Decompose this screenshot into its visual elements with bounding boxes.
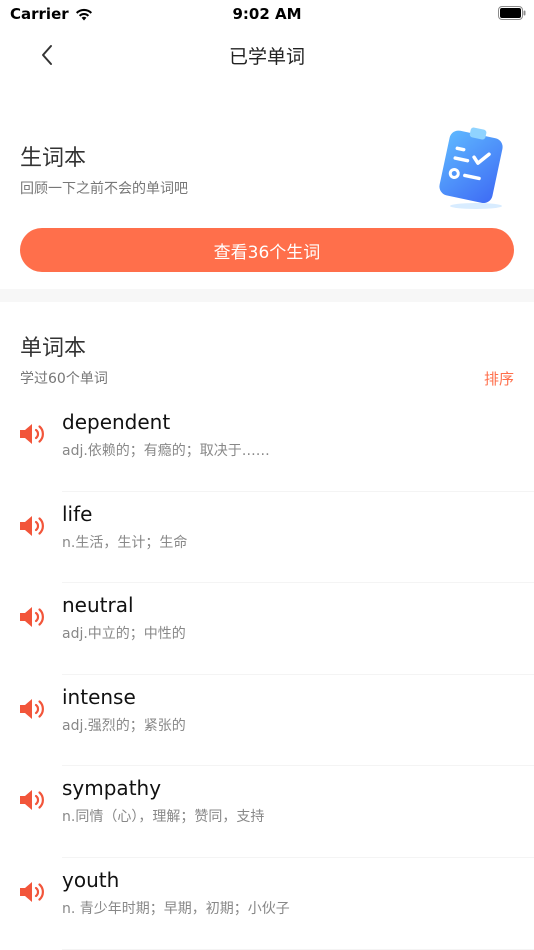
wordbook-title: 单词本 [20, 336, 87, 361]
navigation-bar: 已学单词 [0, 28, 534, 82]
word-text: intense [62, 684, 136, 709]
speaker-icon[interactable] [18, 422, 46, 446]
clipboard-checklist-icon [439, 127, 503, 209]
sort-button[interactable]: 排序 [484, 368, 514, 389]
word-meaning: n.同情（心），理解；赞同，支持 [62, 809, 265, 826]
word-meaning: n. 青少年时期；早期，初期；小伙子 [62, 900, 290, 917]
page-title: 已学单词 [228, 46, 305, 68]
word-row[interactable]: life n.生活，生计；生命 [0, 492, 534, 584]
battery-icon [498, 6, 526, 20]
word-row[interactable]: dependent adj.依赖的；有瘾的；取决于…… [0, 400, 534, 492]
word-text: neutral [62, 593, 134, 618]
word-text: dependent [62, 410, 171, 434]
speaker-icon[interactable] [18, 514, 46, 538]
word-row[interactable]: neutral adj.中立的；中性的 [0, 583, 534, 675]
vocab-book-card: 生词本 回顾一下之前不会的单词吧 查看36个生词 [0, 110, 534, 290]
section-divider [0, 289, 534, 302]
word-meaning: adj.强烈的；紧张的 [62, 717, 186, 734]
word-text: sympathy [62, 776, 162, 801]
status-time: 9:02 AM [232, 5, 302, 23]
word-row[interactable]: intense adj.强烈的；紧张的 [0, 675, 534, 767]
vocab-book-subtitle: 回顾一下之前不会的单词吧 [20, 181, 188, 197]
word-row[interactable]: sympathy n.同情（心），理解；赞同，支持 [0, 766, 534, 858]
status-bar: Carrier 9:02 AM [0, 0, 534, 28]
word-text: life [62, 501, 93, 526]
word-text: youth [62, 867, 120, 892]
word-meaning: n.生活，生计；生命 [62, 534, 188, 551]
speaker-icon[interactable] [18, 697, 46, 721]
speaker-icon[interactable] [18, 880, 46, 904]
word-meaning: adj.依赖的；有瘾的；取决于…… [62, 443, 270, 459]
word-list: dependent adj.依赖的；有瘾的；取决于…… life n.生活，生计… [0, 400, 534, 950]
vocab-book-title: 生词本 [20, 146, 87, 171]
speaker-icon[interactable] [18, 605, 46, 629]
word-row[interactable]: youth n. 青少年时期；早期，初期；小伙子 [0, 858, 534, 950]
view-new-words-button[interactable]: 查看36个生词 [20, 228, 514, 272]
learned-count: 学过60个单词 [20, 371, 108, 387]
word-meaning: adj.中立的；中性的 [62, 626, 186, 643]
speaker-icon[interactable] [18, 788, 46, 812]
